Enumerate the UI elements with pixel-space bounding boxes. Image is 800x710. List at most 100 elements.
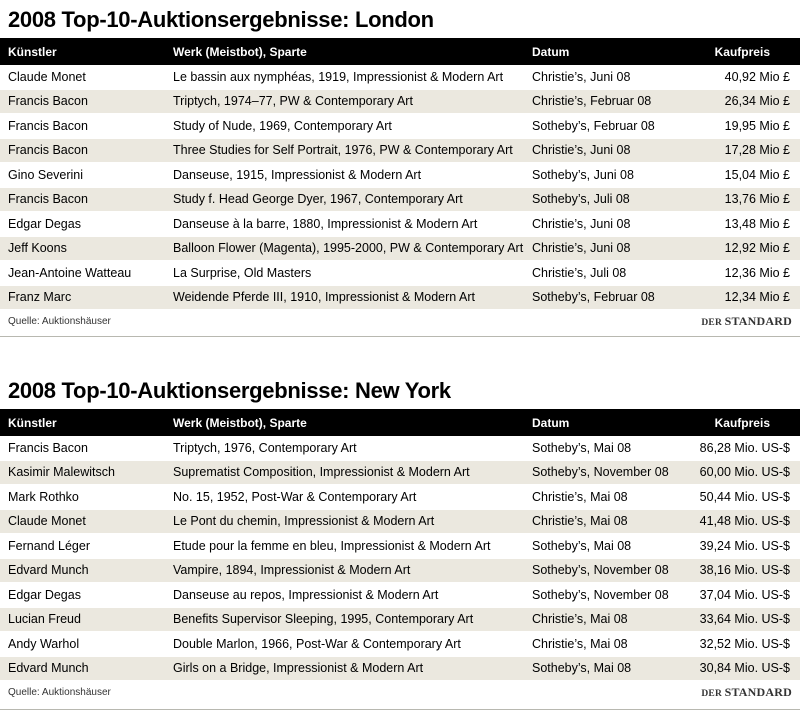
table-row: Kasimir Malewitsch Suprematist Compositio… <box>0 460 800 485</box>
cell-date: Sotheby’s, November 08 <box>532 587 669 602</box>
cell-price: 40,92 Mio £ <box>724 69 790 84</box>
table-row: Edvard Munch Vampire, 1894, Impressionist… <box>0 558 800 583</box>
table-row: Jean-Antoine Watteau La Surprise, Old Mas… <box>0 261 800 286</box>
newyork-table-header: Künstler Werk (Meistbot), Sparte Datum K… <box>0 409 800 436</box>
cell-price: 15,04 Mio £ <box>724 167 790 182</box>
cell-work: Study of Nude, 1969, Contemporary Art <box>173 118 392 133</box>
cell-artist: Edgar Degas <box>8 587 81 602</box>
cell-date: Christie’s, Juni 08 <box>532 69 631 84</box>
cell-work: Double Marlon, 1966, Post-War & Contempo… <box>173 636 461 651</box>
cell-work: Triptych, 1976, Contemporary Art <box>173 440 357 455</box>
cell-price: 50,44 Mio. US-$ <box>699 489 790 504</box>
cell-artist: Mark Rothko <box>8 489 79 504</box>
table-row: Edgar Degas Danseuse à la barre, 1880, Im… <box>0 212 800 237</box>
cell-work: Vampire, 1894, Impressionist & Modern Ar… <box>173 563 411 578</box>
newyork-table-body: Francis Bacon Triptych, 1976, Contemporar… <box>0 436 800 681</box>
column-header-artist: Künstler <box>8 44 57 59</box>
cell-date: Christie’s, Juni 08 <box>532 143 631 158</box>
cell-date: Christie’s, Mai 08 <box>532 489 628 504</box>
cell-work: No. 15, 1952, Post-War & Contemporary Ar… <box>173 489 417 504</box>
cell-date: Christie’s, Juli 08 <box>532 265 627 280</box>
cell-price: 39,24 Mio. US-$ <box>699 538 790 553</box>
cell-artist: Claude Monet <box>8 69 86 84</box>
cell-price: 12,34 Mio £ <box>724 290 790 305</box>
cell-artist: Edgar Degas <box>8 216 81 231</box>
newyork-panel: 2008 Top-10-Auktionsergebnisse: New York… <box>0 371 800 710</box>
cell-date: Sotheby’s, Juli 08 <box>532 192 630 207</box>
cell-artist: Kasimir Malewitsch <box>8 465 115 480</box>
cell-price: 38,16 Mio. US-$ <box>699 563 790 578</box>
cell-date: Sotheby’s, Februar 08 <box>532 118 655 133</box>
cell-price: 13,48 Mio £ <box>724 216 790 231</box>
cell-price: 12,36 Mio £ <box>724 265 790 280</box>
cell-work: Benefits Supervisor Sleeping, 1995, Cont… <box>173 612 474 627</box>
cell-date: Sotheby’s, Juni 08 <box>532 167 634 182</box>
brand-logo-der: DER <box>701 318 725 328</box>
brand-logo-standard: STANDARD <box>724 314 792 328</box>
cell-date: Christie’s, Juni 08 <box>532 216 631 231</box>
cell-date: Sotheby’s, Mai 08 <box>532 538 632 553</box>
table-row: Francis Bacon Three Studies for Self Port… <box>0 138 800 163</box>
cell-work: Etude pour la femme en bleu, Impressioni… <box>173 538 491 553</box>
cell-work: Le Pont du chemin, Impressionist & Moder… <box>173 514 435 529</box>
column-header-artist: Künstler <box>8 415 57 430</box>
table-row: Francis Bacon Study f. Head George Dyer, … <box>0 187 800 212</box>
cell-date: Christie’s, Mai 08 <box>532 514 628 529</box>
cell-price: 13,76 Mio £ <box>724 192 790 207</box>
cell-artist: Edvard Munch <box>8 661 89 676</box>
brand-logo-der: DER <box>701 689 725 699</box>
cell-date: Christie’s, Mai 08 <box>532 636 628 651</box>
table-row: Claude Monet Le Pont du chemin, Impressio… <box>0 509 800 534</box>
newyork-title: 2008 Top-10-Auktionsergebnisse: New York <box>8 378 451 403</box>
cell-work: Danseuse, 1915, Impressionist & Modern A… <box>173 167 422 182</box>
cell-date: Sotheby’s, Februar 08 <box>532 290 655 305</box>
cell-date: Christie’s, Juni 08 <box>532 241 631 256</box>
cell-price: 26,34 Mio £ <box>724 94 790 109</box>
cell-artist: Francis Bacon <box>8 440 88 455</box>
cell-price: 37,04 Mio. US-$ <box>699 587 790 602</box>
cell-price: 30,84 Mio. US-$ <box>699 661 790 676</box>
table-row: Claude Monet Le bassin aux nymphéas, 1919… <box>0 65 800 90</box>
column-header-work: Werk (Meistbot), Sparte <box>173 415 307 430</box>
cell-price: 60,00 Mio. US-$ <box>699 465 790 480</box>
table-row: Francis Bacon Study of Nude, 1969, Contem… <box>0 114 800 139</box>
table-row: Francis Bacon Triptych, 1976, Contemporar… <box>0 436 800 461</box>
column-header-price: Kaufpreis <box>714 415 770 430</box>
cell-artist: Francis Bacon <box>8 143 88 158</box>
cell-date: Christie’s, Februar 08 <box>532 94 652 109</box>
cell-artist: Claude Monet <box>8 514 86 529</box>
cell-artist: Fernand Léger <box>8 538 91 553</box>
newyork-footer: Quelle: Auktionshäuser DER STANDARD <box>0 681 800 703</box>
cell-work: Weidende Pferde III, 1910, Impressionist… <box>173 290 476 305</box>
table-row: Andy Warhol Double Marlon, 1966, Post-War… <box>0 632 800 657</box>
brand-logo: DER STANDARD <box>701 685 792 700</box>
cell-artist: Edvard Munch <box>8 563 89 578</box>
cell-work: Triptych, 1974–77, PW & Contemporary Art <box>173 94 413 109</box>
cell-work: Balloon Flower (Magenta), 1995-2000, PW … <box>173 241 524 256</box>
cell-date: Christie’s, Mai 08 <box>532 612 628 627</box>
table-row: Edvard Munch Girls on a Bridge, Impressio… <box>0 656 800 681</box>
brand-logo-standard: STANDARD <box>724 685 792 699</box>
cell-date: Sotheby’s, November 08 <box>532 563 669 578</box>
cell-work: Three Studies for Self Portrait, 1976, P… <box>173 143 513 158</box>
table-row: Francis Bacon Triptych, 1974–77, PW & Con… <box>0 89 800 114</box>
table-row: Jeff Koons Balloon Flower (Magenta), 1995… <box>0 236 800 261</box>
source-note: Quelle: Auktionshäuser <box>8 316 111 327</box>
cell-artist: Franz Marc <box>8 290 72 305</box>
column-header-price: Kaufpreis <box>714 44 770 59</box>
london-table-body: Claude Monet Le bassin aux nymphéas, 1919… <box>0 65 800 310</box>
table-row: Edgar Degas Danseuse au repos, Impression… <box>0 583 800 608</box>
cell-work: Danseuse à la barre, 1880, Impressionist… <box>173 216 478 231</box>
cell-artist: Francis Bacon <box>8 192 88 207</box>
london-title: 2008 Top-10-Auktionsergebnisse: London <box>8 7 434 32</box>
table-row: Gino Severini Danseuse, 1915, Impressioni… <box>0 163 800 188</box>
cell-artist: Jean-Antoine Watteau <box>8 265 132 280</box>
cell-work: Study f. Head George Dyer, 1967, Contemp… <box>173 192 463 207</box>
table-row: Fernand Léger Etude pour la femme en bleu… <box>0 534 800 559</box>
cell-price: 19,95 Mio £ <box>724 118 790 133</box>
london-panel: 2008 Top-10-Auktionsergebnisse: London K… <box>0 0 800 337</box>
cell-date: Sotheby’s, Mai 08 <box>532 440 632 455</box>
cell-work: Suprematist Composition, Impressionist &… <box>173 465 470 480</box>
cell-work: Danseuse au repos, Impressionist & Moder… <box>173 587 439 602</box>
london-footer: Quelle: Auktionshäuser DER STANDARD <box>0 310 800 332</box>
